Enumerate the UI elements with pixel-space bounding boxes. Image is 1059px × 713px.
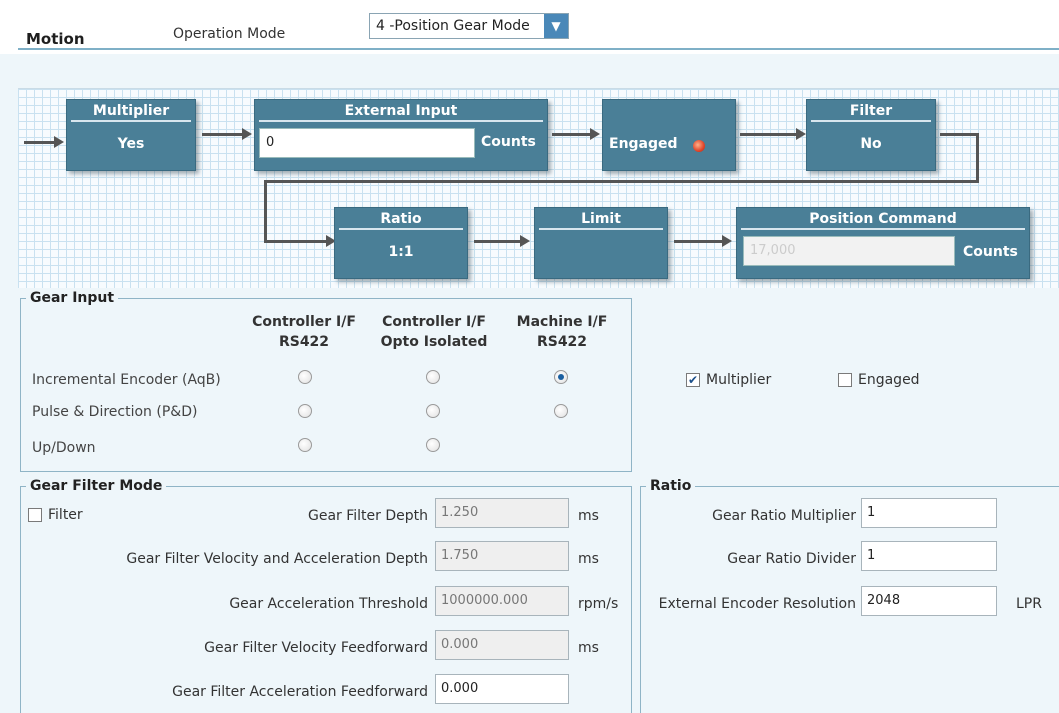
position-command-unit: Counts [963,244,1018,260]
column-header-line: Machine I/F [516,314,608,330]
gear-acceleration-threshold-field: 1000000.000 [435,586,569,616]
gear-filter-velocity-ff-label: Gear Filter Velocity Feedforward [204,640,428,656]
gear-filter-acceleration-ff-label: Gear Filter Acceleration Feedforward [172,684,428,700]
flow-arrowhead [242,128,252,140]
multiplier-block: Multiplier Yes [66,99,196,171]
radio-aqb-machine-rs422[interactable] [554,370,568,384]
filter-block-value: No [860,136,882,152]
multiplier-block-value: Yes [117,136,145,152]
row-label-pulse-direction: Pulse & Direction (P&D) [32,404,198,420]
column-header-controller-rs422: Controller I/F RS422 [244,312,364,352]
external-input-unit: Counts [481,134,536,150]
column-header-controller-opto: Controller I/F Opto Isolated [372,312,496,352]
external-encoder-resolution-unit: LPR [1016,596,1042,612]
flow-connector [976,133,979,183]
chevron-down-icon[interactable]: ▼ [544,14,568,38]
gear-acceleration-threshold-label: Gear Acceleration Threshold [229,596,428,612]
gear-filter-acceleration-ff-field[interactable]: 0.000 [435,674,569,704]
gear-ratio-divider-field[interactable]: 1 [861,541,997,571]
row-label-up-down: Up/Down [32,440,96,456]
external-input-block-title: External Input [259,100,543,122]
flow-arrowhead [54,136,64,148]
gear-filter-velocity-ff-field: 0.000 [435,630,569,660]
gear-filter-depth-field: 1.250 [435,498,569,528]
engaged-checkbox-label: Engaged [858,372,920,388]
flow-arrowhead [722,235,732,247]
external-encoder-resolution-label: External Encoder Resolution [658,596,856,612]
gear-filter-vel-acc-depth-label: Gear Filter Velocity and Acceleration De… [126,551,428,567]
row-label-incremental-encoder: Incremental Encoder (AqB) [32,372,221,388]
gear-flow-diagram: Multiplier Yes External Input 0 Counts E… [18,88,1059,288]
engaged-checkbox[interactable] [838,373,852,387]
radio-pd-controller-opto[interactable] [426,404,440,418]
radio-pd-controller-rs422[interactable] [298,404,312,418]
gear-acceleration-threshold-unit: rpm/s [578,596,619,612]
ratio-block: Ratio 1:1 [334,207,468,279]
engaged-block-label: Engaged [609,136,678,152]
limit-block-title: Limit [539,208,663,230]
limit-block: Limit [534,207,668,279]
external-input-block: External Input 0 Counts [254,99,548,171]
filter-block: Filter No [806,99,936,171]
operation-mode-label: Operation Mode [173,26,286,42]
gear-input-legend: Gear Input [26,290,119,306]
gear-ratio-multiplier-field[interactable]: 1 [861,498,997,528]
multiplier-block-title: Multiplier [71,100,191,122]
gear-filter-velocity-ff-unit: ms [578,640,599,656]
flow-connector [940,133,978,136]
flow-arrow [552,133,592,136]
filter-block-title: Filter [811,100,931,122]
position-command-block-title: Position Command [741,208,1025,230]
engaged-block: Engaged [602,99,736,171]
column-header-line: RS422 [536,334,588,350]
gear-filter-depth-unit: ms [578,508,599,524]
external-input-field[interactable]: 0 [259,128,475,158]
column-header-machine-rs422: Machine I/F RS422 [502,312,622,352]
ratio-legend: Ratio [646,478,696,494]
column-header-line: Controller I/F [382,314,486,330]
gear-filter-vel-acc-depth-field: 1.750 [435,541,569,571]
ratio-block-value: 1:1 [388,244,414,260]
position-command-field: 17,000 [743,236,955,266]
flow-arrow [740,133,798,136]
flow-connector [264,180,979,183]
multiplier-checkbox[interactable]: ✔ [686,373,700,387]
radio-updown-controller-opto[interactable] [426,438,440,452]
engaged-status-led-icon [693,140,705,152]
header-divider [18,48,1059,50]
flow-arrow [24,141,54,144]
multiplier-checkbox-label: Multiplier [706,372,772,388]
position-command-block: Position Command 17,000 Counts [736,207,1030,279]
flow-arrowhead [796,128,806,140]
column-header-line: RS422 [278,334,330,350]
column-header-line: Opto Isolated [380,334,488,350]
radio-aqb-controller-opto[interactable] [426,370,440,384]
external-encoder-resolution-field[interactable]: 2048 [861,586,997,616]
page-title: Motion [26,30,85,48]
flow-arrow [202,133,242,136]
flow-arrow [674,240,724,243]
operation-mode-select[interactable]: 4 -Position Gear Mode ▼ [369,13,569,39]
gear-filter-vel-acc-depth-unit: ms [578,551,599,567]
column-header-line: Controller I/F [252,314,356,330]
flow-arrow [264,240,328,243]
ratio-block-title: Ratio [339,208,463,230]
flow-arrowhead [590,128,600,140]
operation-mode-value: 4 -Position Gear Mode [376,18,530,34]
gear-ratio-divider-label: Gear Ratio Divider [727,551,856,567]
radio-updown-controller-rs422[interactable] [298,438,312,452]
flow-arrowhead [520,235,530,247]
flow-arrow [474,240,522,243]
radio-aqb-controller-rs422[interactable] [298,370,312,384]
gear-filter-depth-label: Gear Filter Depth [307,508,428,524]
radio-pd-machine-rs422[interactable] [554,404,568,418]
filter-checkbox[interactable] [28,508,42,522]
flow-connector [264,180,267,242]
gear-ratio-multiplier-label: Gear Ratio Multiplier [712,508,856,524]
gear-filter-mode-legend: Gear Filter Mode [26,478,167,494]
